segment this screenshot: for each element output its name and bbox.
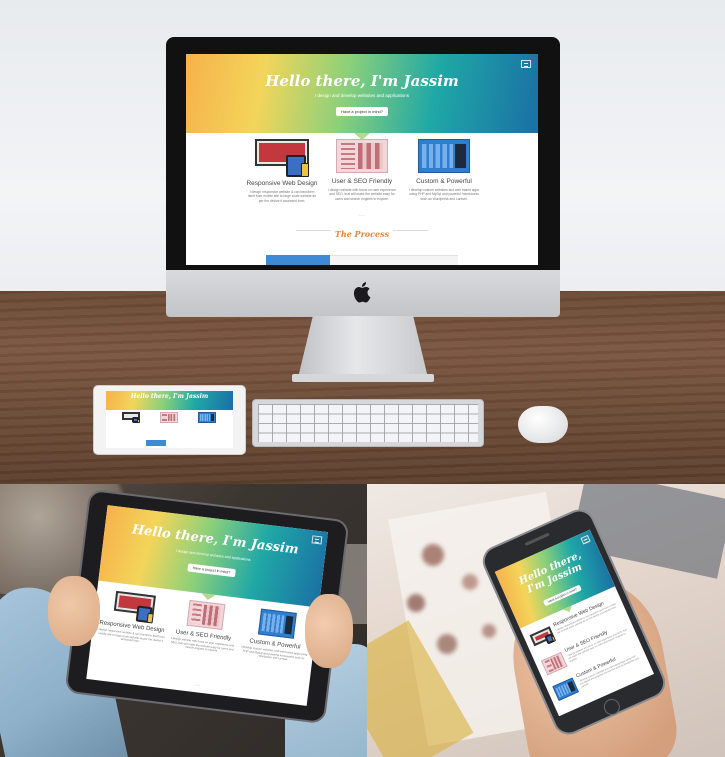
- ipad-on-desk: Hello there, I'm Jassim: [93, 385, 246, 455]
- apple-logo-icon: [353, 282, 371, 303]
- hero-title: Hello there, I'm Jassim: [130, 393, 209, 400]
- menu-icon[interactable]: [311, 535, 323, 545]
- hero-subtitle: I design and develop websites and applic…: [314, 93, 410, 98]
- desk-scene: Hello there, I'm Jassim I design and dev…: [0, 0, 725, 484]
- ipad-in-hands-scene: Hello there, I'm Jassim I design and dev…: [0, 484, 367, 757]
- responsive-art: [255, 139, 309, 177]
- feature-description: I develop custom websites and web based …: [408, 188, 479, 201]
- feature-title: Responsive Web Design: [246, 180, 318, 187]
- ipad-handheld-screen: Hello there, I'm Jassim I design and dev…: [86, 505, 328, 706]
- cta-button[interactable]: Have a project in mind?: [187, 563, 236, 578]
- imac-foot: [292, 374, 434, 382]
- process-heading-wrap: The Process: [186, 224, 538, 242]
- more-dots: .....: [359, 212, 365, 217]
- cta-button[interactable]: Have a project in mind?: [542, 584, 582, 607]
- feature-description: I design responsive website & can transf…: [248, 190, 316, 203]
- process-heading: The Process: [330, 229, 394, 239]
- right-hand: [305, 594, 353, 668]
- iphone-in-hand-scene: Hello there, I'm Jassim Have a project i…: [367, 484, 725, 757]
- hero-title: Hello there, I'm Jassim: [265, 72, 459, 90]
- left-hand: [48, 576, 100, 646]
- keyboard: [252, 399, 484, 447]
- feature-title: Custom & Powerful: [416, 178, 472, 185]
- hero-banner: Hello there, I'm Jassim I design and dev…: [186, 54, 538, 133]
- feature-responsive: Responsive Web Design I design responsiv…: [246, 139, 318, 203]
- imac-stand: [297, 316, 429, 382]
- cta-button[interactable]: Have a project in mind?: [335, 107, 389, 116]
- feature-custom: Custom & Powerful I develop custom websi…: [408, 139, 480, 201]
- imac-screen: Hello there, I'm Jassim I design and dev…: [186, 54, 538, 265]
- ipad-desk-screen: Hello there, I'm Jassim: [106, 391, 233, 448]
- feature-title: User & SEO Friendly: [331, 178, 393, 185]
- website-preview: Hello there, I'm Jassim I design and dev…: [186, 54, 538, 265]
- feature-seo: User & SEO Friendly I design website wit…: [326, 139, 398, 201]
- process-tab-active[interactable]: [266, 255, 330, 265]
- feature-description: I design website with focus on user expe…: [327, 188, 397, 201]
- menu-icon[interactable]: [521, 60, 531, 68]
- ipad-handheld: Hello there, I'm Jassim I design and dev…: [64, 488, 350, 725]
- custom-art: [418, 139, 470, 173]
- imac: Hello there, I'm Jassim I design and dev…: [166, 37, 560, 317]
- process-tab[interactable]: [394, 255, 458, 265]
- magic-mouse: [518, 406, 568, 443]
- process-tab[interactable]: [330, 255, 394, 265]
- menu-icon[interactable]: [580, 534, 591, 545]
- seo-art: [336, 139, 388, 173]
